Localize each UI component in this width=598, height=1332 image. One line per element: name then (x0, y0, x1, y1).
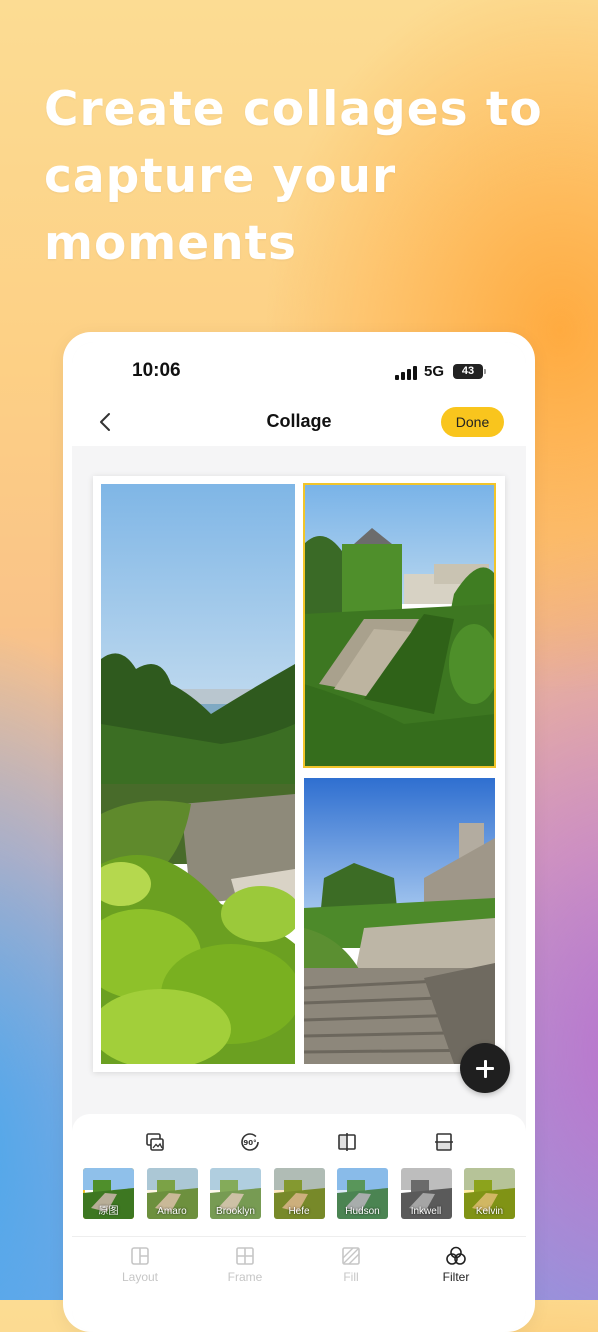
filter-thumb[interactable]: Kelvin (464, 1168, 515, 1219)
app-screen: 10:06 5G 43 Collage Done 90° 原图 Amaro Br… (72, 342, 526, 1332)
filter-thumb[interactable]: 原图 (83, 1168, 134, 1219)
photo-tools: 90° (72, 1126, 526, 1158)
filter-thumb[interactable]: Amaro (146, 1168, 198, 1219)
filter-strip: 原图 Amaro Brooklyn Hefe Hudson Inkwell Kelvin (83, 1168, 523, 1220)
status-bar: 10:06 5G 43 (72, 342, 526, 398)
phone-mockup: 10:06 5G 43 Collage Done 90° 原图 Amaro Br… (63, 332, 535, 1332)
collage-photo-left[interactable] (101, 484, 295, 1064)
nav-bar: Collage Done (72, 398, 526, 446)
fill-icon (342, 1247, 360, 1265)
filter-thumb[interactable]: Hefe (273, 1168, 325, 1219)
tab-label: Fill (343, 1270, 359, 1284)
status-time: 10:06 (132, 360, 181, 381)
replace-photo-icon[interactable] (139, 1126, 171, 1158)
filter-label: Brooklyn (216, 1206, 255, 1217)
layout-icon (131, 1247, 149, 1265)
filter-icon (446, 1246, 466, 1265)
tab-filter[interactable]: Filter (416, 1245, 496, 1284)
filter-label: Kelvin (475, 1206, 504, 1217)
filter-label: Inkwell (410, 1206, 442, 1217)
collage-photo-top-right[interactable] (303, 483, 496, 768)
collage-canvas (93, 476, 505, 1072)
bottom-tab-bar: Layout Frame Fill Filter (72, 1236, 526, 1301)
tab-label: Layout (121, 1270, 159, 1284)
filter-label: 原图 (98, 1206, 119, 1217)
headline: Create collages to capture your moments (44, 82, 543, 271)
tab-fill[interactable]: Fill (311, 1245, 391, 1284)
filter-thumb[interactable]: Hudson (337, 1168, 388, 1219)
tab-label: Frame (227, 1270, 263, 1284)
rotate-90-icon[interactable]: 90° (234, 1126, 266, 1158)
filter-label: Amaro (157, 1206, 187, 1217)
battery-icon: 43 (453, 364, 486, 379)
filter-label: Hefe (288, 1206, 310, 1217)
frame-icon (236, 1247, 254, 1265)
network-type: 5G (424, 363, 445, 380)
filter-label: Hudson (345, 1206, 380, 1217)
add-photo-button[interactable] (460, 1043, 510, 1093)
flip-horizontal-icon[interactable] (331, 1126, 363, 1158)
filter-thumb[interactable]: Inkwell (400, 1168, 452, 1219)
edit-panel: 90° 原图 Amaro Brooklyn Hefe Hudson Inkwell Kelv… (72, 1114, 526, 1332)
filter-thumb[interactable]: Brooklyn (210, 1168, 261, 1219)
flip-vertical-icon[interactable] (428, 1126, 460, 1158)
collage-photo-bottom-right[interactable] (304, 778, 495, 1064)
tab-layout[interactable]: Layout (100, 1245, 180, 1284)
rotate-badge: 90° (243, 1139, 256, 1147)
tab-label: Filter (442, 1270, 470, 1284)
signal-icon (395, 366, 419, 380)
done-button[interactable]: Done (441, 407, 504, 437)
tab-frame[interactable]: Frame (205, 1245, 285, 1284)
